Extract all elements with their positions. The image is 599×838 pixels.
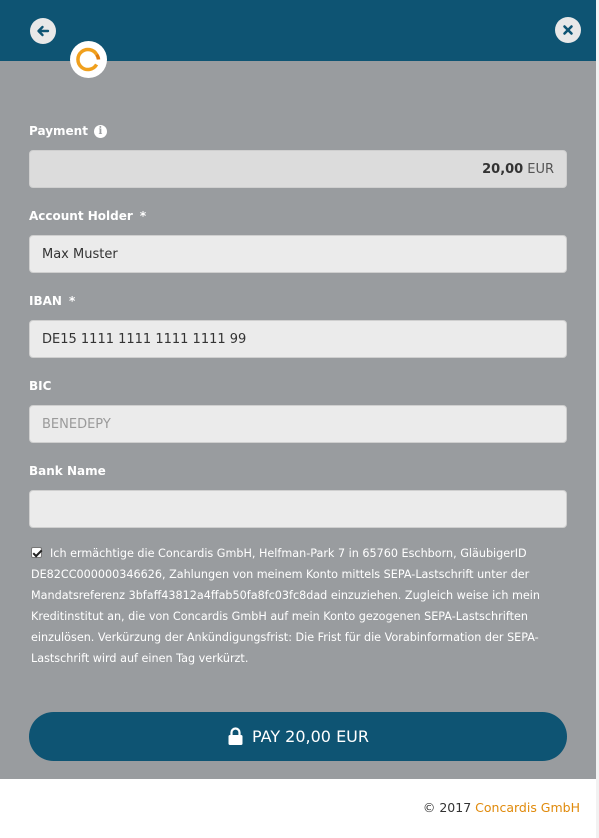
account-holder-label: Account Holder xyxy=(29,209,133,223)
sepa-mandate: Ich ermächtige die Concardis GmbH, Helfm… xyxy=(31,543,571,669)
required-marker: * xyxy=(139,209,147,223)
pay-button-label: PAY 20,00 EUR xyxy=(251,727,369,746)
account-holder-input[interactable]: Max Muster xyxy=(29,235,567,273)
required-marker: * xyxy=(68,294,76,308)
bic-label: BIC xyxy=(29,379,52,393)
logo-ring-icon xyxy=(76,47,101,72)
payment-currency: EUR xyxy=(527,161,554,177)
account-holder-value: Max Muster xyxy=(42,246,118,262)
bank-name-input[interactable] xyxy=(29,490,567,528)
account-holder-label-row: Account Holder * xyxy=(29,209,146,223)
iban-label: IBAN xyxy=(29,294,62,308)
bank-name-label-row: Bank Name xyxy=(29,464,106,478)
footer-brand-link[interactable]: Concardis GmbH xyxy=(475,800,580,815)
iban-value: DE15 1111 1111 1111 1111 99 xyxy=(42,331,247,347)
back-button[interactable] xyxy=(30,18,56,44)
arrow-left-icon xyxy=(37,25,50,37)
bic-label-row: BIC xyxy=(29,379,51,393)
bank-name-label: Bank Name xyxy=(29,464,106,478)
mandate-text: Ich ermächtige die Concardis GmbH, Helfm… xyxy=(31,547,540,665)
footer: © 2017 Concardis GmbH xyxy=(423,800,580,815)
bic-input[interactable]: BENEDEPY xyxy=(29,405,567,443)
payment-label: Payment xyxy=(29,124,88,138)
iban-label-row: IBAN * xyxy=(29,294,75,308)
bic-placeholder: BENEDEPY xyxy=(42,416,111,432)
close-icon xyxy=(563,25,573,35)
payment-label-row: Payment i xyxy=(29,124,107,138)
iban-input[interactable]: DE15 1111 1111 1111 1111 99 xyxy=(29,320,567,358)
payment-amount-field: 20,00 EUR xyxy=(29,150,567,188)
mandate-checkbox[interactable] xyxy=(31,547,42,558)
info-icon[interactable]: i xyxy=(93,124,107,138)
lock-icon xyxy=(228,727,243,745)
concardis-logo xyxy=(70,41,107,78)
pay-button[interactable]: PAY 20,00 EUR xyxy=(29,712,567,761)
footer-copyright: © 2017 xyxy=(422,800,472,815)
payment-amount: 20,00 xyxy=(482,161,524,177)
close-button[interactable] xyxy=(555,17,581,43)
